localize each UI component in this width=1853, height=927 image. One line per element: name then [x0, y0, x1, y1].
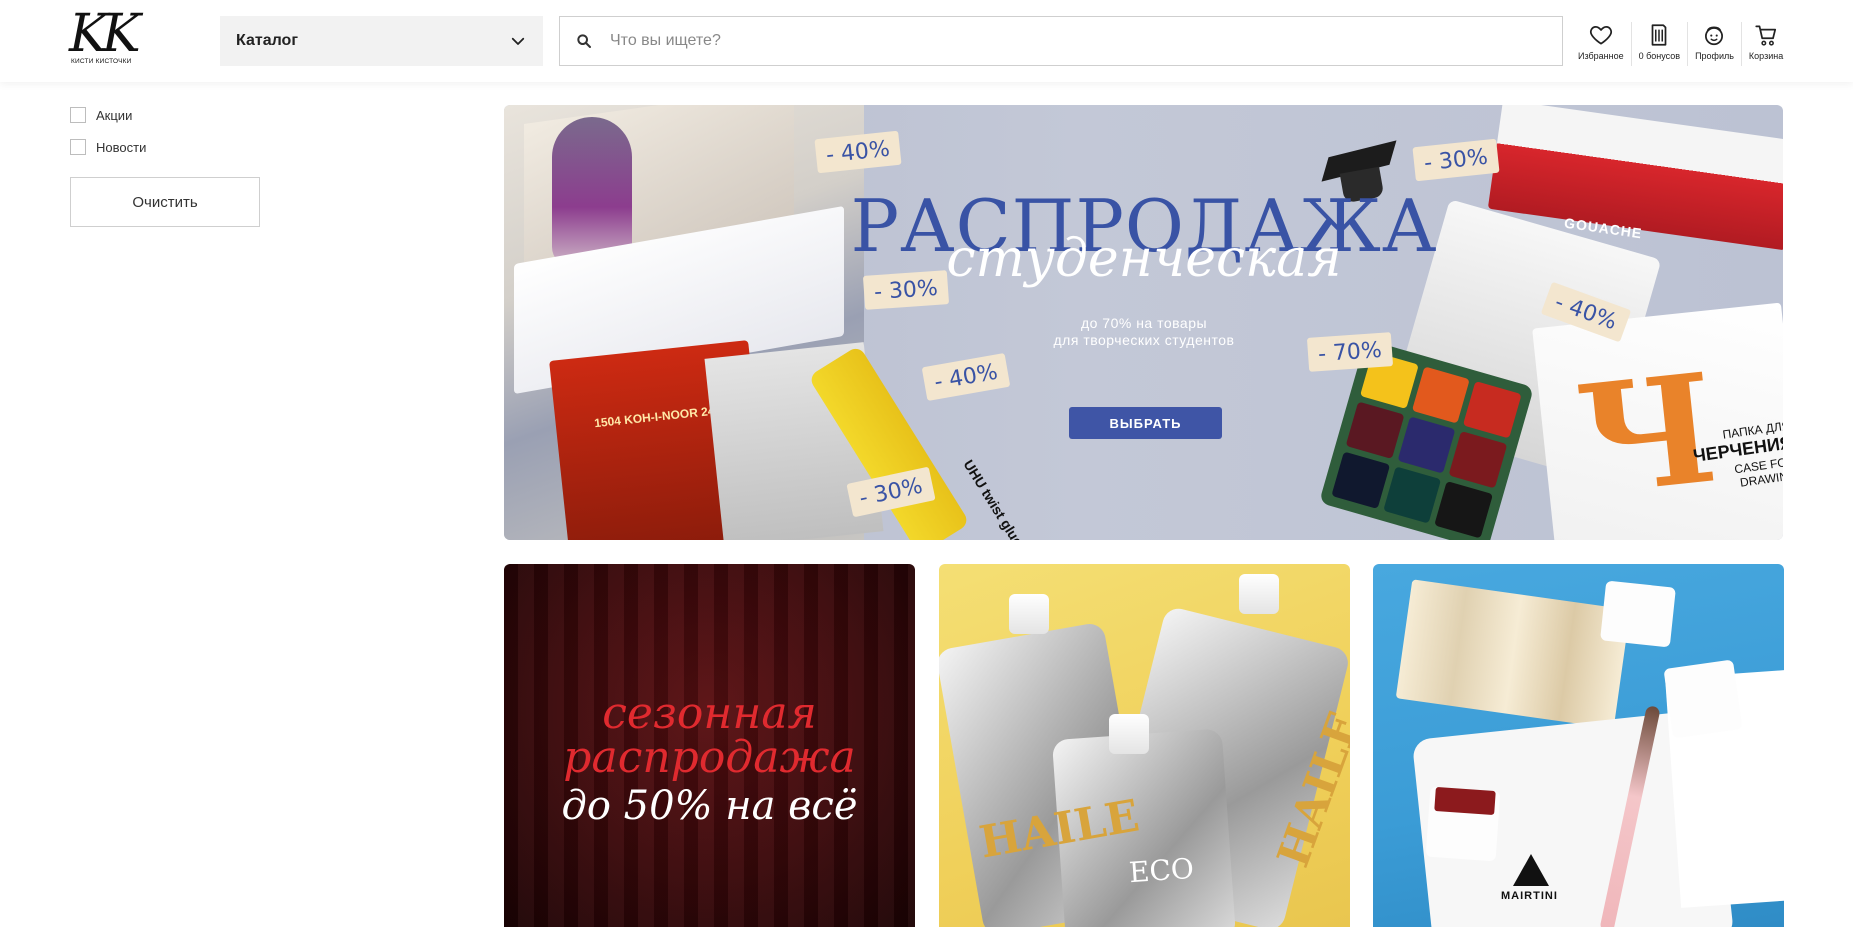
pouch-label: ECO: [1127, 851, 1195, 890]
news-filters: Акции Новости: [70, 104, 146, 168]
promo-card-oil-paints[interactable]: HAILE ECO HAILE: [939, 564, 1350, 927]
filter-promotions[interactable]: Акции: [70, 104, 146, 126]
pouch-cap: [1109, 714, 1149, 754]
favorites-label: Избранное: [1578, 51, 1624, 61]
search-icon[interactable]: [576, 33, 592, 49]
brand-logo-icon: [1513, 854, 1549, 886]
bonus-button[interactable]: 0 бонусов: [1632, 22, 1689, 66]
filter-promotions-checkbox[interactable]: [70, 107, 86, 123]
folded-paper: [1395, 579, 1631, 729]
bonus-icon: [1651, 24, 1667, 46]
logo-subtitle: КИСТИ КИСТОЧКИ: [71, 58, 132, 65]
paint-pan: [1663, 659, 1743, 739]
hero-art-folder-text: ПАПКА ДЛЯ ЧЕРЧЕНИЯ CASE FOR DRAWING: [1691, 418, 1783, 491]
header-actions: Избранное 0 бонусов Профиль Корзина: [1571, 22, 1790, 66]
hero-description: до 70% на товары для творческих студенто…: [1053, 315, 1235, 348]
pouch-cap: [1009, 594, 1049, 634]
discount-tag: - 30%: [1412, 138, 1500, 182]
hero-banner[interactable]: 1504 KOH-I-NOOR 24 UHU twist glue GOUACH…: [504, 105, 1783, 540]
profile-icon: [1705, 26, 1724, 46]
filter-news[interactable]: Новости: [70, 136, 146, 158]
promo-card-line: сезонная: [602, 688, 817, 739]
hero-art-glue-label: UHU twist glue: [960, 456, 1027, 540]
hero-select-button[interactable]: ВЫБРАТЬ: [1069, 407, 1222, 439]
site-header: KK КИСТИ КИСТОЧКИ Каталог Избранное 0 бо…: [0, 0, 1853, 82]
cart-icon: [1755, 25, 1777, 46]
discount-tag: - 40%: [814, 130, 902, 174]
catalog-dropdown[interactable]: Каталог: [220, 16, 543, 66]
favorites-button[interactable]: Избранное: [1571, 22, 1632, 66]
filter-news-label: Новости: [96, 139, 147, 155]
promo-card-watercolors[interactable]: MAIRTINI: [1373, 564, 1784, 927]
paint-pan: [1600, 580, 1676, 648]
search-input[interactable]: [610, 32, 1510, 50]
catalog-label: Каталог: [236, 32, 298, 49]
profile-button[interactable]: Профиль: [1688, 22, 1742, 66]
cart-label: Корзина: [1748, 51, 1784, 61]
clear-filters-button[interactable]: Очистить: [70, 177, 260, 227]
promo-card-seasonal-sale[interactable]: сезонная распродажа до 50% на всё: [504, 564, 915, 927]
pouch-cap: [1239, 574, 1279, 614]
brand-name: MAIRTINI: [1501, 890, 1558, 902]
promo-card-line: до 50% на всё: [561, 783, 858, 829]
chevron-down-icon: [511, 37, 525, 45]
profile-label: Профиль: [1695, 51, 1734, 61]
promo-card-line: распродажа: [563, 732, 856, 783]
bonus-label: 0 бонусов: [1638, 51, 1681, 61]
site-logo[interactable]: KK КИСТИ КИСТОЧКИ: [69, 8, 171, 68]
search-bar: [559, 16, 1563, 66]
logo-monogram: KK: [69, 4, 141, 64]
hero-subtitle: студенческая: [946, 229, 1342, 289]
heart-icon: [1589, 26, 1612, 45]
paint-pan-lid: [1434, 786, 1496, 816]
cart-button[interactable]: Корзина: [1742, 22, 1790, 66]
filter-promotions-label: Акции: [96, 107, 133, 123]
filter-news-checkbox[interactable]: [70, 139, 86, 155]
discount-tag: - 40%: [921, 352, 1011, 402]
